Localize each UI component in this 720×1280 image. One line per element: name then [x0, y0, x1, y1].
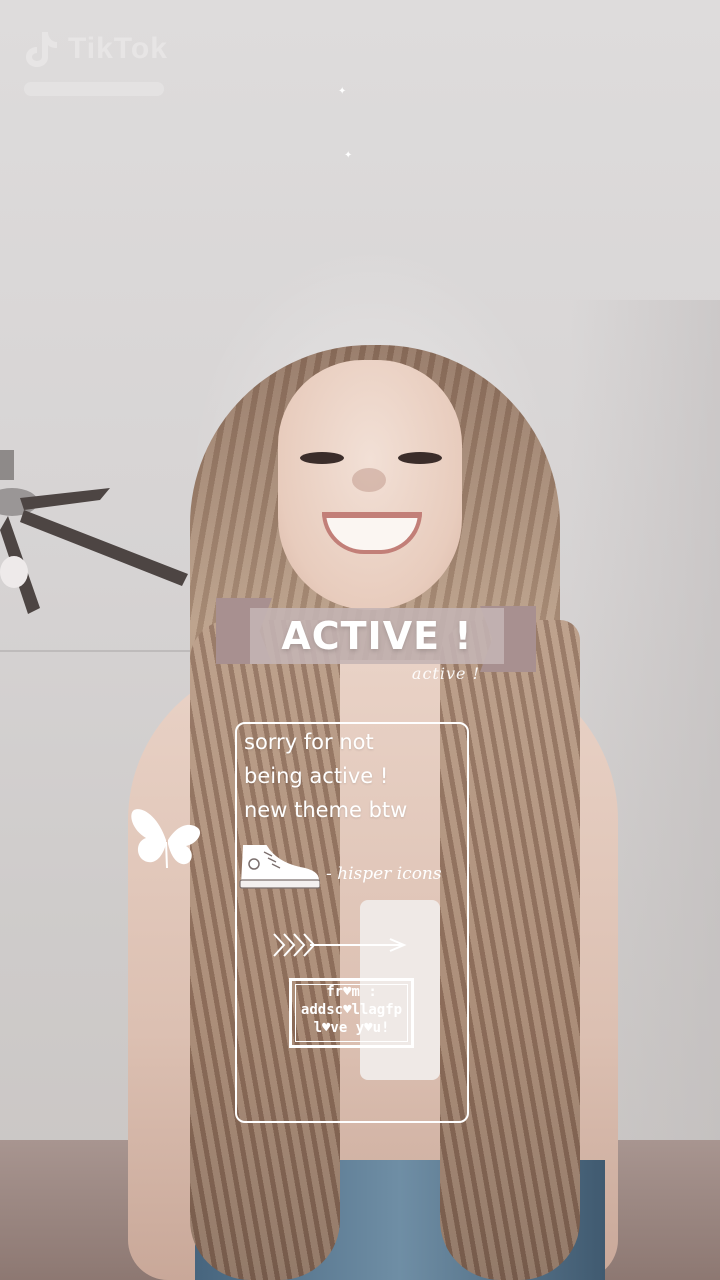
- from-label: fr♥m :: [326, 984, 377, 1000]
- watermark-logo: TikTok: [24, 30, 168, 68]
- sparkle-icon: ✦: [338, 86, 347, 97]
- butterfly-icon: [131, 809, 201, 869]
- ceiling-edge: [0, 650, 210, 652]
- tiktok-watermark: TikTok: [24, 30, 168, 96]
- watermark-app-name: TikTok: [68, 32, 168, 65]
- sneaker-icon: [239, 845, 320, 889]
- message-line: being active !: [244, 764, 389, 788]
- sparkle-icon: ✦: [344, 150, 353, 161]
- ceiling-fan-icon: [0, 450, 188, 614]
- right-eye: [398, 452, 442, 464]
- overlay-subtitle: active !: [411, 664, 480, 683]
- watermark-username: [24, 82, 164, 96]
- left-eye: [300, 452, 344, 464]
- overlay-title: ACTIVE !: [281, 614, 473, 658]
- message-line: sorry for not: [244, 730, 374, 754]
- nose: [352, 468, 386, 492]
- from-username: addsc♥llagfp: [300, 1002, 403, 1018]
- message-line: new theme btw: [244, 798, 408, 822]
- from-signoff: l♥ve y♥u!: [313, 1020, 390, 1036]
- arrow-icon: [273, 933, 407, 957]
- tiktok-logo-icon: [26, 32, 57, 67]
- credit-text: - hisper icons: [326, 864, 442, 884]
